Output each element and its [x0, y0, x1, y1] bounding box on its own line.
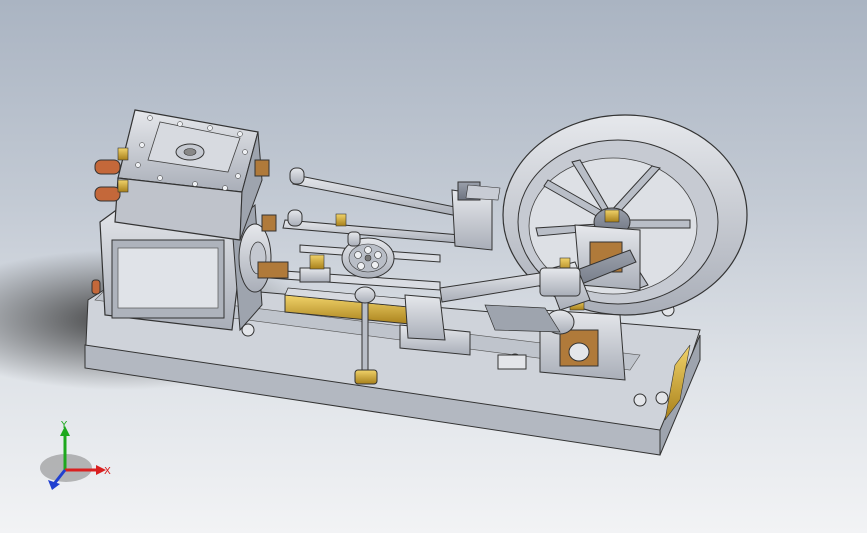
eccentric-rod-upper[interactable]: [292, 174, 461, 217]
view-triad[interactable]: X Y: [40, 418, 120, 498]
connecting-rod-end[interactable]: [539, 267, 581, 297]
valve-gear-bracket[interactable]: [451, 181, 501, 251]
triad-z-arrow: [48, 480, 60, 490]
graphics-viewport[interactable]: X Y: [0, 0, 867, 533]
steam-engine-model[interactable]: [0, 0, 867, 533]
triad-x-label: X: [104, 466, 111, 477]
triad-y-label: Y: [60, 420, 68, 431]
